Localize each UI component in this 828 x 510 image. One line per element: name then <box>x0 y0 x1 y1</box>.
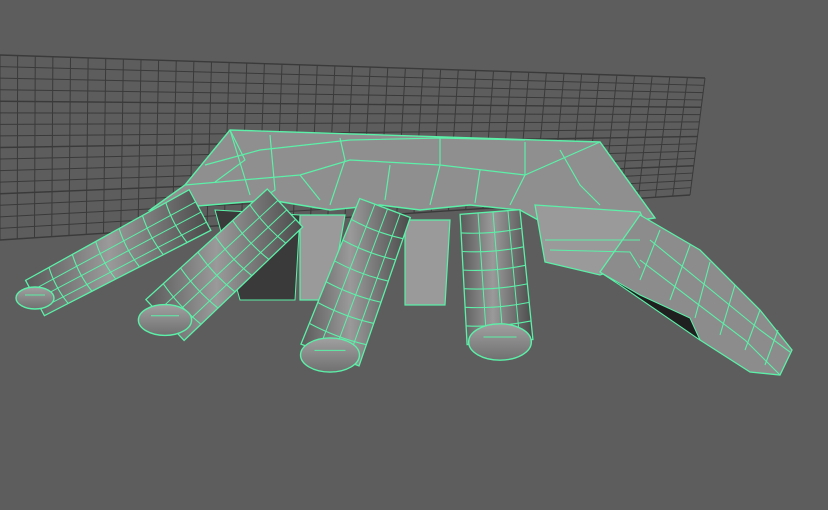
fingertip <box>299 337 361 373</box>
fingertip <box>137 303 193 337</box>
3d-viewport[interactable] <box>0 0 828 510</box>
viewport-canvas[interactable] <box>0 0 828 510</box>
finger-thumb[interactable] <box>534 204 793 376</box>
thumb-shaft <box>599 214 793 376</box>
fingertip <box>467 323 533 361</box>
fingertip <box>15 286 55 310</box>
finger-index[interactable] <box>459 209 534 361</box>
